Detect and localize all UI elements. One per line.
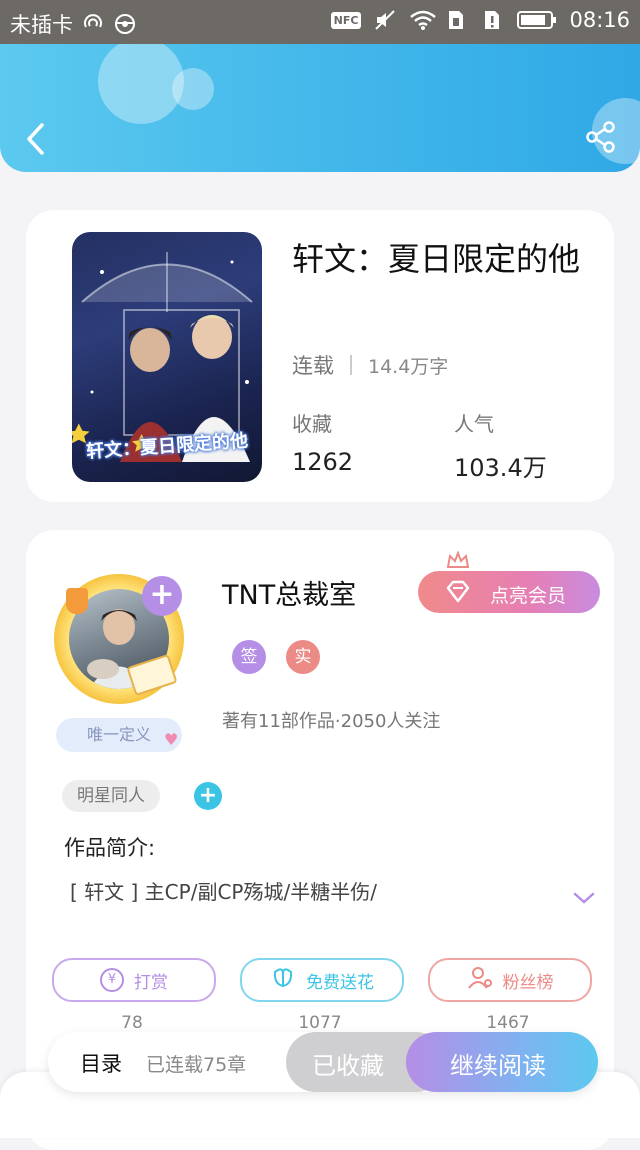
intro-label: 作品简介: — [64, 836, 156, 860]
heart-icon: ♥ — [164, 730, 179, 749]
tip-count: 78 — [121, 1013, 143, 1033]
lamp-decoration — [66, 588, 88, 614]
send-flower-button[interactable]: 免费送花 — [240, 958, 404, 1002]
fan-ranking-button[interactable]: 粉丝榜 — [428, 958, 592, 1002]
popularity-label: 人气 — [454, 412, 494, 436]
carrier-label: 未插卡 — [10, 13, 73, 37]
toc-button[interactable]: 目录 — [80, 1048, 122, 1078]
popularity-value: 103.4万 — [454, 454, 547, 482]
vip-button-label: 点亮会员 — [490, 585, 567, 607]
reading-action-bar: 目录 已连载75章 已收藏 继续阅读 — [48, 1032, 598, 1092]
back-icon[interactable] — [22, 122, 52, 155]
decor-bubble — [172, 68, 214, 110]
status-bar: 未插卡 NFC 08:16 — [0, 0, 640, 44]
intro-text: [ 轩文 ] 主CP/副CP殇城/半糖半伤/ — [70, 880, 377, 904]
serial-status: 连载 — [292, 354, 334, 378]
nfc-icon: NFC — [330, 11, 362, 29]
book-title: 轩文：夏日限定的他 — [292, 240, 581, 278]
flower-label: 免费送花 — [306, 972, 374, 993]
author-name[interactable]: TNT总裁室 — [222, 573, 356, 612]
book-cover[interactable]: 轩文：夏日限定的他 — [72, 232, 262, 482]
user-icon — [467, 966, 493, 995]
add-tag-button[interactable]: + — [194, 782, 222, 810]
sim-2-icon — [481, 9, 505, 31]
expand-chevron-icon[interactable] — [572, 890, 596, 906]
fans-count: 1467 — [486, 1013, 530, 1033]
chapter-count: 已连载75章 — [146, 1054, 247, 1076]
decor-bubble — [98, 44, 184, 124]
tip-button[interactable]: ¥ 打赏 — [52, 958, 216, 1002]
word-count: 14.4万字 — [368, 355, 449, 378]
tip-label: 打赏 — [134, 972, 168, 993]
mute-icon — [373, 9, 397, 31]
fans-label: 粉丝榜 — [502, 972, 554, 993]
flower-icon — [270, 966, 296, 995]
follow-author-button[interactable]: + — [142, 576, 182, 616]
continue-label: 继续阅读 — [450, 1052, 546, 1080]
collected-label: 已收藏 — [312, 1052, 384, 1080]
steering-wheel-icon — [113, 13, 137, 35]
flower-count: 1077 — [298, 1013, 342, 1033]
yuan-coin-icon: ¥ — [100, 968, 124, 992]
diamond-icon — [444, 580, 472, 609]
favorites-label: 收藏 — [292, 412, 332, 436]
book-meta: 连载 14.4万字 — [292, 350, 448, 380]
continue-reading-button[interactable]: 继续阅读 — [406, 1032, 598, 1092]
header-banner — [0, 44, 640, 172]
wifi-icon — [409, 9, 437, 31]
activate-membership-button[interactable]: 点亮会员 — [418, 571, 600, 613]
genre-tag[interactable]: 明星同人 — [62, 780, 160, 812]
battery-icon — [517, 9, 557, 31]
author-works-info: 著有11部作品·2050人关注 — [222, 711, 441, 732]
sim-1-icon — [445, 9, 469, 31]
hotspot-icon — [81, 13, 105, 35]
verified-tag: 实 — [286, 640, 320, 674]
favorites-value: 1262 — [292, 448, 354, 476]
clock: 08:16 — [569, 8, 630, 32]
divider — [350, 355, 352, 375]
signed-tag: 签 — [232, 640, 266, 674]
share-icon[interactable] — [584, 120, 618, 154]
